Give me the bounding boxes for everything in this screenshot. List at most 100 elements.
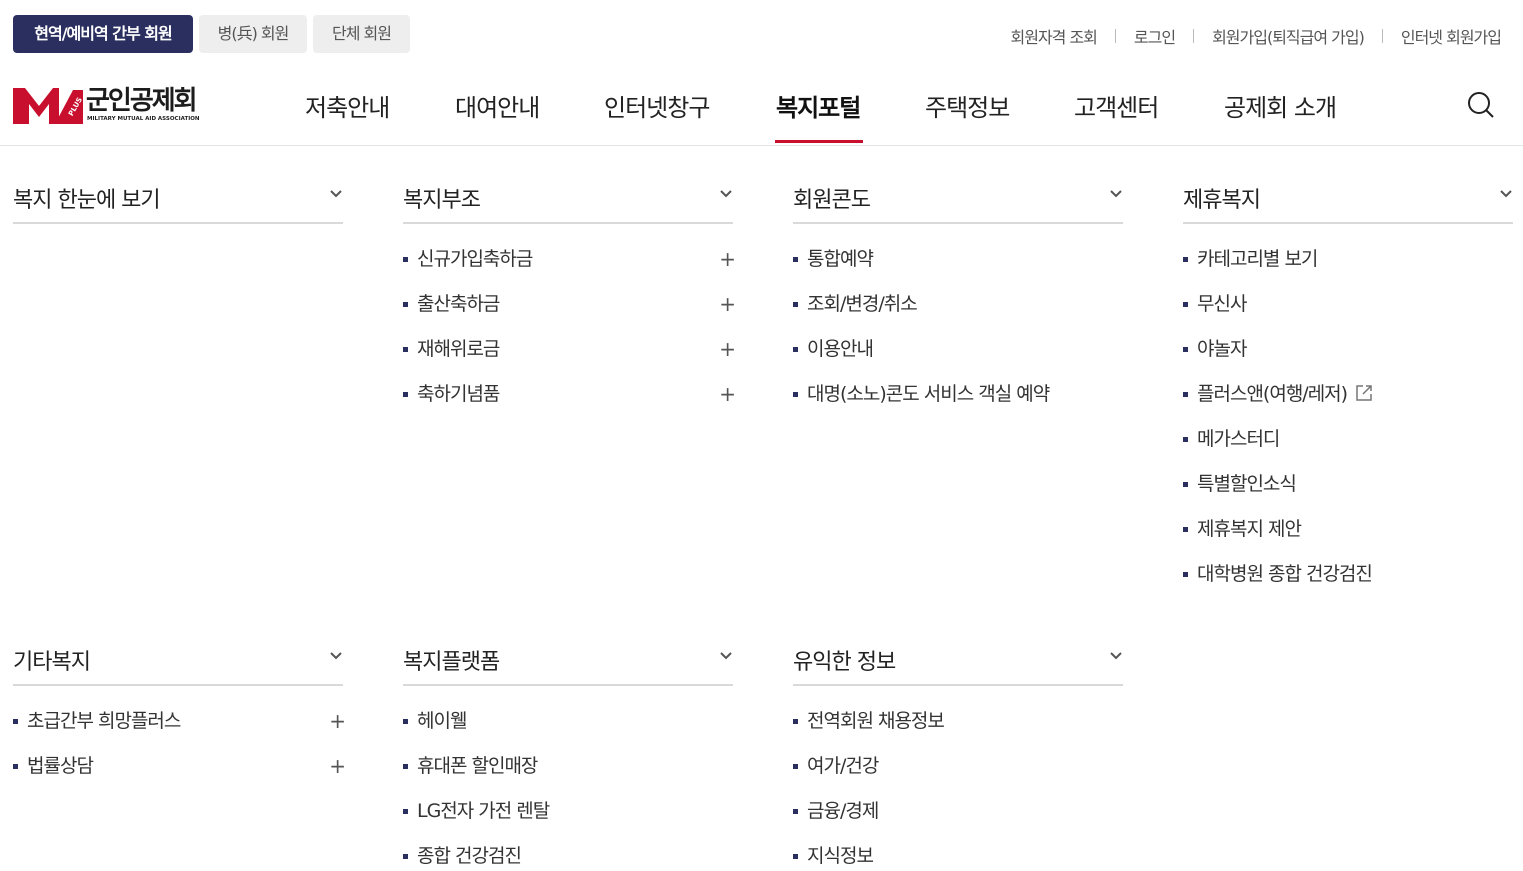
category-member-condo: 회원콘도통합예약조회/변경/취소이용안내 대명(소노)콘도 서비스 객실 예약	[793, 164, 1123, 424]
menu-item-label: LG전자 가전 렌탈	[417, 800, 550, 822]
menu-item-label: 초급간부 희망플러스	[27, 710, 181, 732]
bullet-square-icon	[1183, 392, 1188, 397]
menu-list-item[interactable]: 법률상담 +	[13, 751, 346, 796]
menu-list-item[interactable]: 전역회원 채용정보	[793, 706, 1123, 751]
menu-list-item[interactable]: 대명(소노)콘도 서비스 객실 예약	[793, 379, 1123, 424]
menu-list-item[interactable]: 카테고리별 보기	[1183, 244, 1513, 289]
bullet-square-icon	[1183, 482, 1188, 487]
menu-list-item[interactable]: 종합 건강검진	[403, 841, 733, 871]
logo-subtitle: MILITARY MUTUAL AID ASSOCIATION	[87, 116, 200, 122]
nav-housing[interactable]: 주택정보	[925, 88, 1010, 123]
internet-signup-link[interactable]: 인터넷 회원가입	[1401, 24, 1502, 48]
member-tab-group[interactable]: 단체 회원	[313, 15, 410, 53]
active-menu-indicator	[775, 140, 863, 143]
category-welfare-platform: 복지플랫폼헤이웰휴대폰 할인매장 LG전자 가전 렌탈종합 건강검진	[403, 626, 733, 871]
menu-list-item[interactable]: 대학병원 종합 건강검진	[1183, 559, 1513, 604]
menu-item-label: 휴대폰 할인매장	[417, 755, 538, 777]
menu-list-item[interactable]: 조회/변경/취소	[793, 289, 1123, 334]
menu-list-item[interactable]: 신규가입축하금 +	[403, 244, 736, 289]
menu-item-label: 종합 건강검진	[417, 845, 522, 867]
chevron-down-icon[interactable]	[719, 648, 733, 662]
chevron-down-icon[interactable]	[329, 648, 343, 662]
menu-list-item[interactable]: 무신사	[1183, 289, 1513, 334]
expand-plus-icon[interactable]: +	[329, 751, 346, 781]
menu-list-item[interactable]: 휴대폰 할인매장	[403, 751, 733, 796]
bullet-square-icon	[403, 719, 408, 724]
menu-list-item[interactable]: 재해위로금 +	[403, 334, 736, 379]
logo-name: 군인공제회	[86, 86, 198, 116]
category-header[interactable]: 유익한 정보	[793, 626, 1123, 686]
chevron-down-icon[interactable]	[719, 186, 733, 200]
bullet-square-icon	[1183, 302, 1188, 307]
menu-list-item[interactable]: 야놀자	[1183, 334, 1513, 379]
bullet-square-icon	[403, 302, 408, 307]
menu-list-item[interactable]: 출산축하금 +	[403, 289, 736, 334]
signup-retirement-link[interactable]: 회원가입(퇴직급여 가입)	[1212, 24, 1365, 48]
menu-list-item[interactable]: 지식정보	[793, 841, 1123, 871]
expand-plus-icon[interactable]: +	[719, 334, 736, 364]
menu-item-label: 전역회원 채용정보	[807, 710, 945, 732]
menu-list-item[interactable]: 이용안내	[793, 334, 1123, 379]
chevron-down-icon[interactable]	[1499, 186, 1513, 200]
bullet-square-icon	[403, 257, 408, 262]
search-icon	[1468, 92, 1494, 118]
menu-list-item[interactable]: LG전자 가전 렌탈	[403, 796, 733, 841]
menu-list-item[interactable]: 금융/경제	[793, 796, 1123, 841]
menu-list-item[interactable]: 플러스앤(여행/레저)	[1183, 379, 1513, 424]
category-header[interactable]: 복지부조	[403, 164, 733, 224]
category-welfare-aid: 복지부조신규가입축하금 + 출산축하금 + 재해위로금 + 축하기념품 +	[403, 164, 736, 424]
nav-customer-center[interactable]: 고객센터	[1074, 88, 1159, 123]
category-title: 복지 한눈에 보기	[13, 188, 161, 213]
search-button[interactable]	[1466, 90, 1496, 120]
menu-item-label: 제휴복지 제안	[1197, 518, 1302, 540]
menu-list-item[interactable]: 초급간부 희망플러스 +	[13, 706, 346, 751]
expand-plus-icon[interactable]: +	[719, 379, 736, 409]
bullet-square-icon	[403, 809, 408, 814]
category-header[interactable]: 제휴복지	[1183, 164, 1513, 224]
site-logo[interactable]: PLUS 군인공제회 MILITARY MUTUAL AID ASSOCIATI…	[13, 86, 213, 126]
bullet-square-icon	[793, 719, 798, 724]
menu-list-item[interactable]: 여가/건강	[793, 751, 1123, 796]
nav-welfare-portal[interactable]: 복지포털	[776, 88, 861, 123]
chevron-down-icon[interactable]	[329, 186, 343, 200]
menu-item-label: 특별할인소식	[1197, 473, 1297, 495]
menu-item-label: 조회/변경/취소	[807, 293, 918, 315]
category-header[interactable]: 회원콘도	[793, 164, 1123, 224]
menu-list-item[interactable]: 특별할인소식	[1183, 469, 1513, 514]
membership-check-link[interactable]: 회원자격 조회	[1011, 24, 1098, 48]
menu-list-item[interactable]: 제휴복지 제안	[1183, 514, 1513, 559]
menu-item-label: 법률상담	[27, 755, 94, 777]
menu-list-item[interactable]: 메가스터디	[1183, 424, 1513, 469]
divider	[1381, 29, 1383, 43]
chevron-down-icon[interactable]	[1109, 648, 1123, 662]
category-header[interactable]: 기타복지	[13, 626, 343, 686]
nav-about[interactable]: 공제회 소개	[1224, 88, 1337, 123]
menu-item-label: 무신사	[1197, 293, 1247, 315]
expand-plus-icon[interactable]: +	[719, 244, 736, 274]
expand-plus-icon[interactable]: +	[329, 706, 346, 736]
menu-list-item[interactable]: 축하기념품 +	[403, 379, 736, 424]
category-item-list: 전역회원 채용정보여가/건강 금융/경제 지식정보	[793, 706, 1123, 871]
login-link[interactable]: 로그인	[1134, 24, 1176, 48]
nav-savings[interactable]: 저축안내	[305, 88, 390, 123]
bullet-square-icon	[403, 854, 408, 859]
nav-loans[interactable]: 대여안내	[455, 88, 540, 123]
bullet-square-icon	[1183, 347, 1188, 352]
member-tab-officer[interactable]: 현역/예비역 간부 회원	[13, 15, 193, 53]
member-tab-soldier[interactable]: 병(兵) 회원	[199, 15, 307, 53]
category-title: 회원콘도	[793, 188, 871, 213]
bullet-square-icon	[793, 302, 798, 307]
bullet-square-icon	[793, 809, 798, 814]
category-item-list: 초급간부 희망플러스 + 법률상담 +	[13, 706, 346, 796]
nav-internet-window[interactable]: 인터넷창구	[604, 88, 710, 123]
menu-list-item[interactable]: 헤이웰	[403, 706, 733, 751]
category-header[interactable]: 복지플랫폼	[403, 626, 733, 686]
menu-item-label: 대학병원 종합 건강검진	[1197, 563, 1373, 585]
chevron-down-icon[interactable]	[1109, 186, 1123, 200]
menu-item-label: 카테고리별 보기	[1197, 248, 1318, 270]
menu-list-item[interactable]: 통합예약	[793, 244, 1123, 289]
expand-plus-icon[interactable]: +	[719, 289, 736, 319]
category-header[interactable]: 복지 한눈에 보기	[13, 164, 343, 224]
category-item-list: 통합예약조회/변경/취소이용안내 대명(소노)콘도 서비스 객실 예약	[793, 244, 1123, 424]
category-title: 기타복지	[13, 650, 91, 675]
